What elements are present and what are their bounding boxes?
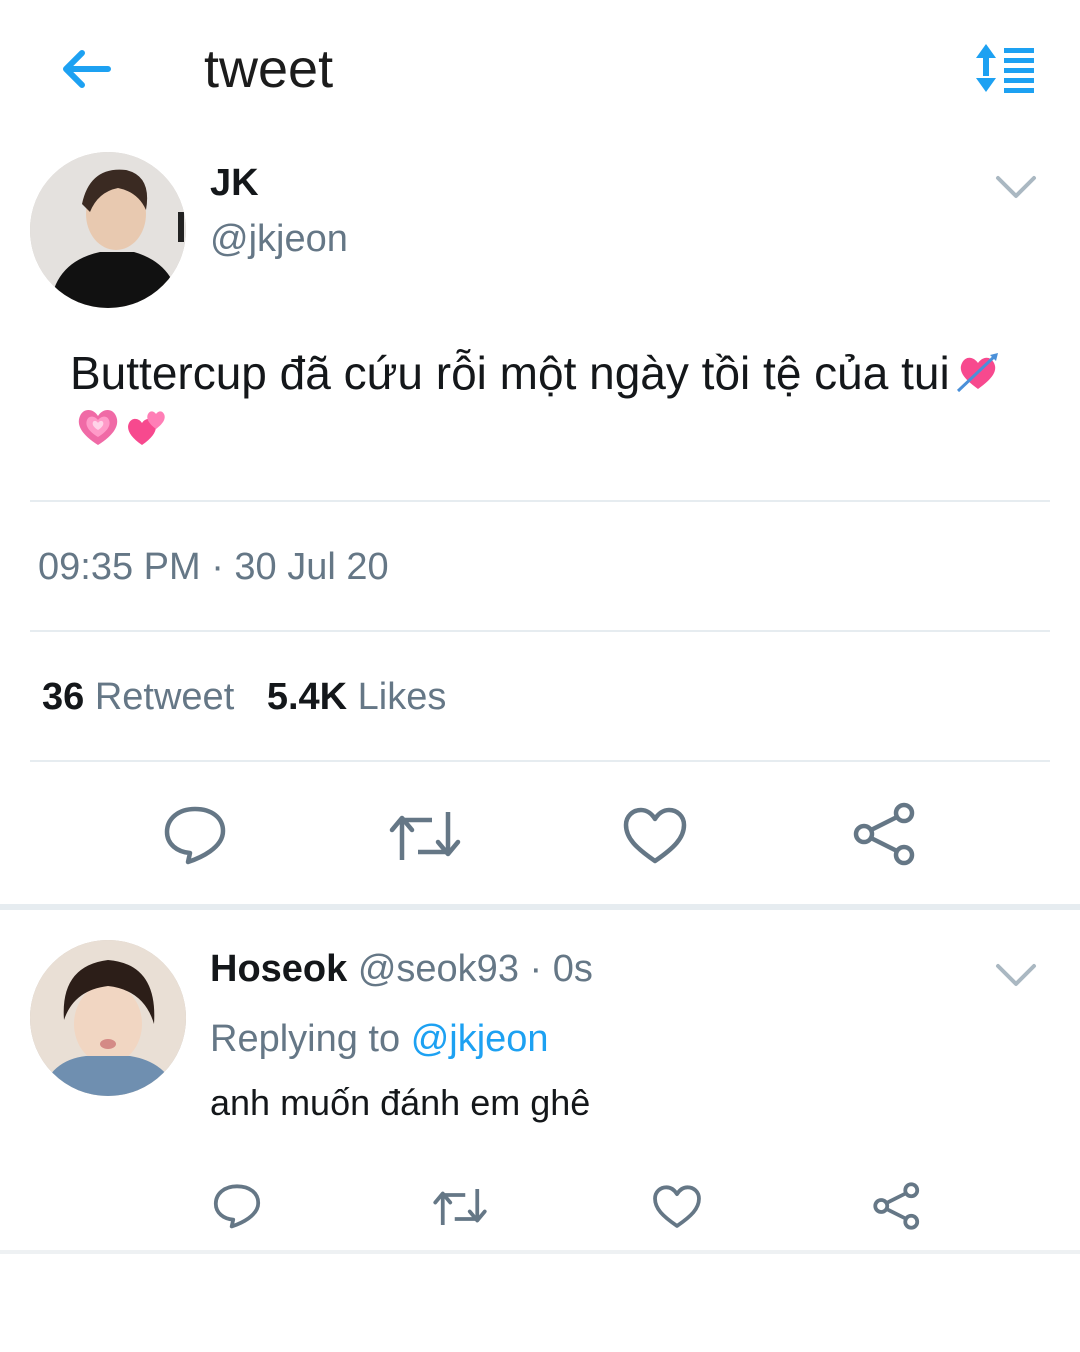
author-handle[interactable]: @jkjeon xyxy=(210,218,348,261)
divider xyxy=(30,760,1050,762)
likes-count[interactable]: 5.4K xyxy=(267,676,347,718)
tweet-body: Buttercup đã cứu rỗi một ngày tồi tệ của… xyxy=(70,347,950,399)
chevron-down-icon[interactable] xyxy=(992,960,1040,990)
author-avatar[interactable] xyxy=(30,152,186,308)
reply-author-avatar[interactable] xyxy=(30,940,186,1096)
heart-with-arrow-emoji xyxy=(956,351,1000,395)
reply-text: anh muốn đánh em ghê xyxy=(210,1082,591,1123)
reply-time: · 0s xyxy=(529,948,593,990)
reply-icon[interactable] xyxy=(162,804,228,871)
retweet-label[interactable]: Retweet xyxy=(95,676,234,718)
tweet-text: Buttercup đã cứu rỗi một ngày tồi tệ của… xyxy=(70,346,1030,454)
growing-heart-emoji xyxy=(76,405,120,449)
replying-to-label: Replying to xyxy=(210,1018,401,1060)
two-hearts-emoji xyxy=(126,405,170,449)
replying-to-line: Replying to @jkjeon xyxy=(210,1018,549,1061)
section-separator xyxy=(0,904,1080,910)
author-name[interactable]: JK xyxy=(210,162,259,205)
like-heart-icon[interactable] xyxy=(622,806,688,871)
replying-to-mention[interactable]: @jkjeon xyxy=(411,1018,549,1060)
section-separator xyxy=(0,1250,1080,1254)
likes-label[interactable]: Likes xyxy=(358,676,447,718)
tweet-timestamp: 09:35 PM · 30 Jul 20 xyxy=(38,546,389,588)
divider xyxy=(30,500,1050,502)
reply-author-handle[interactable]: @seok93 xyxy=(358,948,519,990)
sort-list-icon[interactable] xyxy=(966,40,1038,98)
retweet-icon[interactable] xyxy=(388,808,462,869)
page-title: tweet xyxy=(204,39,334,99)
share-icon[interactable] xyxy=(852,802,918,871)
tweet-detail-screen: tweet JK @jkjeon Buttercup đã cứu rỗi mộ… xyxy=(0,0,1080,1352)
chevron-down-icon[interactable] xyxy=(992,172,1040,202)
engagement-stats: 36 Retweet 5.4K Likes xyxy=(42,676,468,719)
back-arrow-icon[interactable] xyxy=(56,44,116,94)
retweet-count[interactable]: 36 xyxy=(42,676,84,718)
share-icon[interactable] xyxy=(872,1182,922,1235)
divider xyxy=(30,630,1050,632)
top-bar: tweet xyxy=(0,0,1080,130)
retweet-icon[interactable] xyxy=(432,1186,488,1233)
like-heart-icon[interactable] xyxy=(652,1184,702,1235)
reply-header: Hoseok @seok93 · 0s xyxy=(210,948,593,991)
reply-author-name[interactable]: Hoseok xyxy=(210,948,347,990)
reply-icon[interactable] xyxy=(212,1182,262,1235)
